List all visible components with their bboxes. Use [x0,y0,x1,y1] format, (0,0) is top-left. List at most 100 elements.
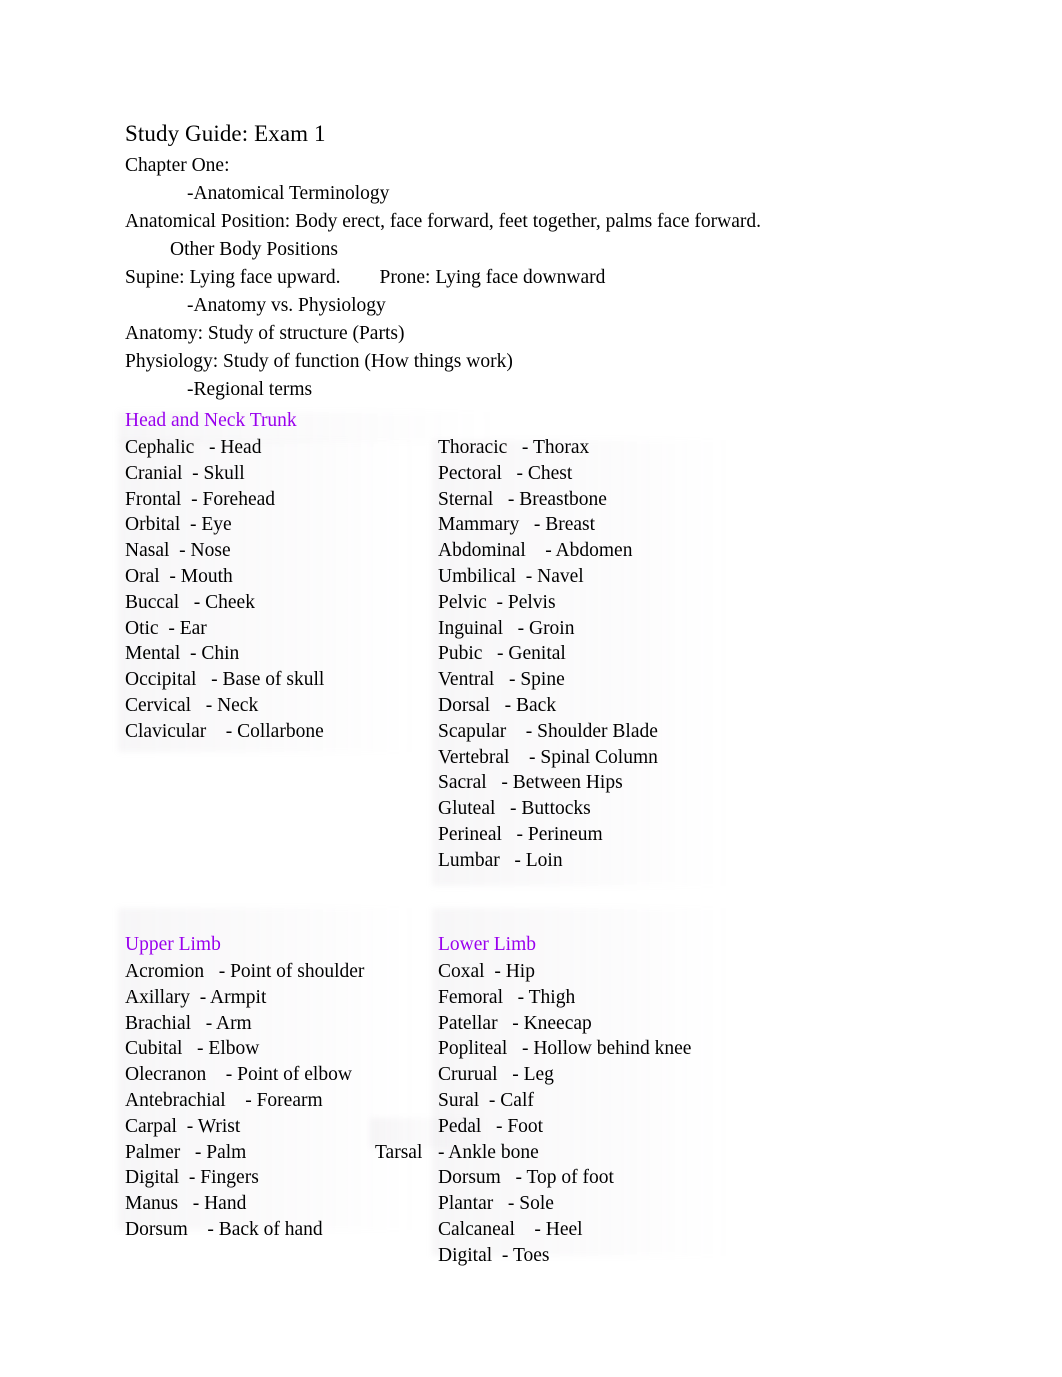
entry-meaning: Shoulder Blade [537,720,658,742]
intro-line-regional-terms: -Regional terms [187,379,313,400]
term-entry: Manus - Hand [125,1191,435,1217]
entry-separator: - [180,1141,207,1163]
entry-term: Digital [125,1167,180,1189]
entry-term: Clavicular [125,720,207,742]
entry-separator: - [182,1038,209,1060]
term-entry: Dorsum - Back of hand [125,1217,435,1243]
term-entry: Femoral - Thigh [438,985,938,1011]
entry-term: Digital [438,1244,493,1266]
term-entry: Brachial - Arm [125,1011,435,1037]
entry-term: Orbital [125,514,181,536]
entry-separator: - [206,720,238,742]
entry-term: Inguinal [438,617,503,639]
entry-term: Pedal [438,1115,482,1137]
entry-separator: - [179,591,206,613]
term-entry: Olecranon - Point of elbow [125,1062,435,1088]
term-entry: Pelvic - Pelvis [438,590,938,616]
entry-term: Dorsum [438,1167,501,1189]
section-limbs-grid: Upper Limb Acromion - Point of shoulder A… [125,931,945,1271]
term-entry: Coxal - Hip [438,959,938,985]
column-head-neck-trunk-left: Head and Neck Trunk Cephalic - Head Crani… [125,407,435,745]
entry-term: Pubic [438,643,483,665]
term-entry: Perineal - Perineum [438,822,938,848]
term-entry: Axillary - Armpit [125,985,435,1011]
entry-meaning: Fingers [200,1167,259,1189]
entry-meaning: Breast [545,514,596,536]
entry-term: Sural [438,1089,480,1111]
entry-separator: - [514,1218,546,1240]
entry-meaning: Forehead [202,488,276,510]
entry-list-left-1: Cephalic - Head Cranial - Skull Frontal - … [125,435,435,745]
entry-meaning: Pelvis [507,591,556,613]
entry-separator: - [501,462,528,484]
entry-meaning: Abdomen [555,540,633,562]
entry-separator: - [497,1064,524,1086]
entry-separator: - [499,849,526,871]
entry-separator: - [484,961,506,982]
intro-line-anatomical-position: Anatomical Position: Body erect, face fo… [125,211,761,232]
entry-separator: - [507,437,533,458]
entry-meaning: Head [220,437,262,458]
term-entry: Abdominal - Abdomen [438,538,938,564]
term-entry: Thoracic - Thorax [438,435,938,461]
entry-separator: - [158,617,180,639]
column-heading-head-and-neck-trunk: Head and Neck Trunk [125,410,297,431]
entry-meaning: Base of skull [222,669,325,691]
section-head-neck-trunk-grid: Head and Neck Trunk Cephalic - Head Crani… [125,407,945,877]
entry-meaning: Heel [545,1218,583,1240]
entry-meaning: Neck [217,694,259,716]
entry-term: Pectoral [438,462,502,484]
entry-term: Antebrachial [125,1089,226,1111]
entry-meaning: Point of shoulder [230,961,365,982]
entry-meaning: Forearm [256,1089,323,1111]
intro-line-physiology-definition: Physiology: Study of function (How thing… [125,351,513,372]
intro-line-supine-prone: Supine: Lying face upward. Prone: Lying … [125,267,606,288]
column-head-neck-trunk-right: Thoracic - Thorax Pectoral - Chest Sternal… [438,407,938,874]
entry-meaning: Buttocks [521,798,591,820]
column-heading-lower-limb: Lower Limb [438,934,537,955]
intro-line-anatomy-vs-physiology: -Anatomy vs. Physiology [187,295,386,316]
entry-term: Pelvic [438,591,487,613]
entry-meaning: Point of elbow [237,1064,352,1086]
term-entry: Antebrachial - Forearm [125,1088,435,1114]
entry-term: Buccal [125,591,180,613]
entry-term: Thoracic [438,437,508,458]
entry-separator: - [187,1218,219,1240]
entry-meaning: Spine [520,669,565,691]
entry-term: Acromion [125,961,205,982]
term-entry: Orbital - Eye [125,512,435,538]
entry-term: Crurual [438,1064,498,1086]
entry-separator: - [479,1089,501,1111]
intro-line-chapter: Chapter One: [125,155,230,176]
entry-meaning: Hand [204,1193,247,1215]
entry-separator: - [525,540,556,562]
entry-term: Carpal [125,1115,177,1137]
term-entry: Pedal - Foot [438,1114,938,1140]
term-entry: Umbilical - Navel [438,564,938,590]
entry-separator: - [486,591,508,613]
term-entry: Vertebral - Spinal Column [438,745,938,771]
entry-list-right-2: Coxal - Hip Femoral - Thigh Patellar - Kne… [438,959,938,1269]
term-entry: Patellar - Kneecap [438,1011,938,1037]
entry-meaning: Spinal Column [540,746,658,768]
entry-meaning: Wrist [197,1115,241,1137]
term-entry: Dorsum - Top of foot [438,1165,938,1191]
entry-separator: - [492,1244,513,1266]
gutter-term-tarsal: Tarsal [375,1141,423,1163]
term-entry: Cephalic - Head [125,435,435,461]
entry-term: Sternal [438,488,494,510]
entry-term: Dorsal [438,694,490,716]
term-entry: Dorsal - Back [438,693,938,719]
entry-term: Lumbar [438,849,500,871]
entry-term: Dorsum [125,1218,188,1240]
entry-term: Mammary [438,514,520,536]
term-entry: Digital - Fingers [125,1165,435,1191]
entry-term: Cranial [125,462,183,484]
term-entry: Cranial - Skull [125,461,435,487]
entry-separator: - [506,720,538,742]
term-entry: Sacral - Between Hips [438,770,938,796]
entry-meaning: Palm [206,1141,247,1163]
term-entry: Cervical - Neck [125,693,435,719]
entry-separator: - [519,514,546,536]
entry-term: Manus [125,1193,179,1215]
